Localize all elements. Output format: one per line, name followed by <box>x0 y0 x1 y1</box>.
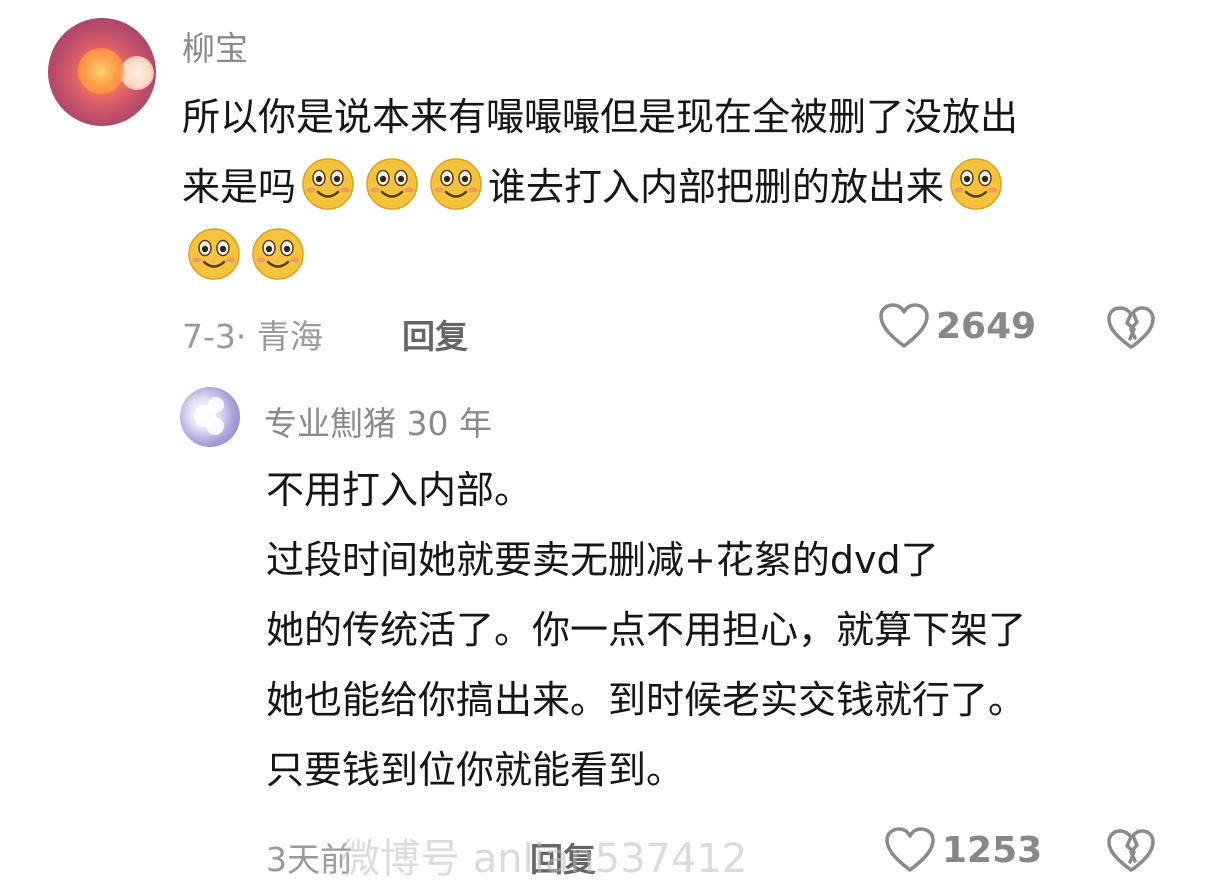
comment-date-location: 7-3· 青海 <box>182 317 323 356</box>
reply-line-2: 过段时间她就要卖无删减+花絮的dvd了 <box>266 538 939 582</box>
comment-line-3 <box>182 222 1182 292</box>
reply-line-1: 不用打入内部。 <box>266 468 533 512</box>
emoji-group <box>296 158 488 210</box>
watermark: 微博号 anlian537412 <box>340 836 748 882</box>
smiling-face-emoji-icon <box>252 228 304 280</box>
heart-outline-icon <box>879 303 929 348</box>
avatar[interactable] <box>180 387 240 447</box>
reply-button[interactable]: 回复 <box>402 310 468 358</box>
comment-text: 所以你是说本来有嘬嘬嘬但是现在全被删了没放出 来是吗 谁去打入内部把删的放出来 <box>182 82 1182 292</box>
reply-line-5: 只要钱到位你就能看到。 <box>266 748 685 792</box>
avatar-image-flower <box>208 397 224 413</box>
comment-line-text: 所以你是说本来有嘬嘬嘬但是现在全被删了没放出 <box>182 95 1019 139</box>
reply-line-4: 她也能给你搞出来。到时候老实交钱就行了。 <box>266 678 1027 722</box>
reply-text: 不用打入内部。 过段时间她就要卖无删减+花絮的dvd了 她的传统活了。你一点不用… <box>266 455 1186 805</box>
comment-username[interactable]: 柳宝 <box>182 22 248 70</box>
reply-username[interactable]: 专业劁猪 30 年 <box>264 397 492 445</box>
smiling-face-emoji-icon <box>950 158 1002 210</box>
emoji-group <box>182 228 310 280</box>
avatar-image-sun <box>120 56 154 90</box>
like-count: 2649 <box>936 305 1037 347</box>
smiling-face-emoji-icon <box>302 158 354 210</box>
like-button[interactable]: 1253 <box>884 826 1042 874</box>
like-button[interactable]: 2649 <box>878 302 1036 350</box>
like-count: 1253 <box>942 829 1043 871</box>
smiling-face-emoji-icon <box>188 228 240 280</box>
comment-line-1: 所以你是说本来有嘬嘬嘬但是现在全被删了没放出 <box>182 82 1182 152</box>
broken-heart-icon <box>1107 829 1155 872</box>
comment-line-text: 来是吗 <box>182 165 297 209</box>
dislike-button[interactable] <box>1106 828 1156 878</box>
avatar-image-flower <box>78 48 124 94</box>
smiling-face-emoji-icon <box>366 158 418 210</box>
heart-outline-icon <box>885 827 935 872</box>
avatar-image-flower <box>206 417 224 435</box>
dislike-button[interactable] <box>1106 305 1156 355</box>
reply-line-3: 她的传统活了。你一点不用担心，就算下架了 <box>266 608 1027 652</box>
comment-line-2: 来是吗 谁去打入内部把删的放出来 <box>182 152 1182 222</box>
avatar[interactable] <box>48 18 156 126</box>
comment-line-text: 谁去打入内部把删的放出来 <box>488 165 945 209</box>
smiling-face-emoji-icon <box>430 158 482 210</box>
broken-heart-icon <box>1107 306 1155 349</box>
emoji-group <box>944 158 1008 210</box>
